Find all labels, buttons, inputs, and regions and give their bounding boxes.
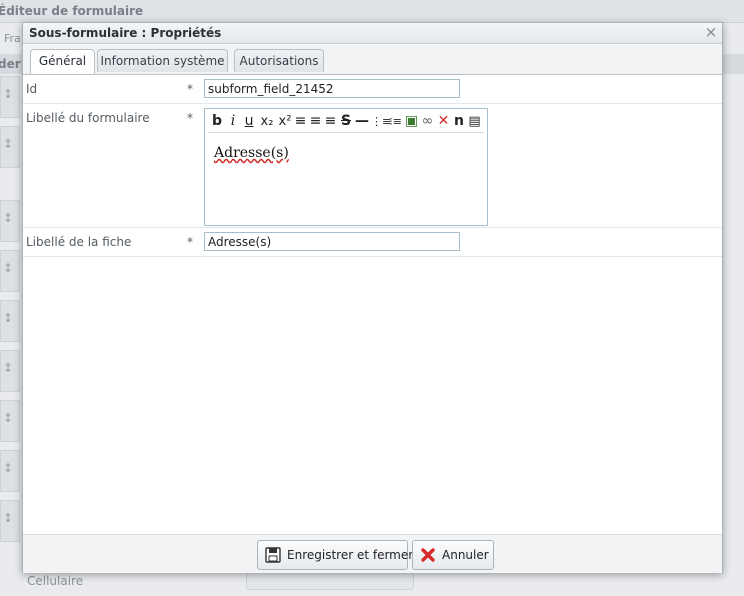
background-rows: ↕ ↕ ↕ ↕ ↕ ↕ ↕ ↕ ↕: [0, 76, 22, 596]
drag-handle-icon: ↕: [3, 137, 14, 151]
superscript-icon[interactable]: x²: [277, 113, 293, 130]
background-title-text: Éditeur de formulaire: [0, 4, 144, 18]
background-row: ↕: [0, 76, 20, 118]
underline-icon[interactable]: u: [242, 113, 256, 130]
background-row: ↕: [0, 126, 20, 168]
background-bottom-row: Cellulaire: [0, 572, 744, 594]
image-icon[interactable]: ▣: [404, 113, 419, 130]
editor-toolbar: b i u x₂ x² ≡ ≡ ≡ S — ⋮≡ ⁝≡ ▣ ∞ ✕ n ▤: [208, 112, 484, 133]
background-tab: Fra: [0, 30, 22, 48]
cancel-button[interactable]: Annuler: [412, 540, 494, 570]
cancel-x-icon: [421, 548, 435, 562]
link-icon[interactable]: ∞: [420, 113, 435, 130]
drag-handle-icon: ↕: [3, 361, 14, 375]
tab-bar: Général Information système Autorisation…: [23, 44, 722, 75]
unordered-list-icon[interactable]: ⁝≡: [388, 113, 403, 130]
nbsp-icon[interactable]: n: [453, 113, 465, 130]
rich-text-editor[interactable]: b i u x₂ x² ≡ ≡ ≡ S — ⋮≡ ⁝≡ ▣ ∞ ✕ n ▤ Ad…: [204, 108, 488, 226]
background-bottom-field: [246, 572, 414, 590]
drag-handle-icon: ↕: [3, 211, 14, 225]
drag-handle-icon: ↕: [3, 87, 14, 101]
dialog-footer: Enregistrer et fermer Annuler: [23, 534, 722, 573]
background-row: ↕: [0, 200, 20, 242]
field-label-form-label: Libellé du formulaire: [26, 111, 150, 125]
align-center-icon[interactable]: ≡: [309, 113, 322, 130]
background-tab-label: Fra: [4, 32, 21, 45]
italic-icon[interactable]: i: [226, 113, 240, 130]
background-row: ↕: [0, 500, 20, 542]
source-icon[interactable]: ▤: [467, 113, 482, 130]
save-and-close-button[interactable]: Enregistrer et fermer: [257, 540, 413, 570]
field-row-record-label: Libellé de la fiche *: [23, 228, 722, 257]
field-label-record-label: Libellé de la fiche: [26, 235, 132, 249]
id-input[interactable]: [204, 79, 460, 98]
drag-handle-icon: ↕: [3, 461, 14, 475]
dialog-titlebar: Sous-formulaire : Propriétés ×: [23, 23, 722, 44]
background-window-title: Éditeur de formulaire: [0, 0, 744, 23]
field-label-id: Id: [26, 82, 38, 96]
tab-system-information[interactable]: Information système: [97, 49, 228, 72]
record-label-input[interactable]: [204, 232, 460, 251]
subscript-icon[interactable]: x₂: [258, 113, 276, 130]
save-icon: [265, 547, 281, 563]
unlink-icon[interactable]: ✕: [436, 113, 451, 130]
editor-content[interactable]: Adresse(s): [214, 145, 289, 161]
field-row-form-label: Libellé du formulaire * b i u x₂ x² ≡ ≡ …: [23, 104, 722, 228]
tab-permissions[interactable]: Autorisations: [234, 49, 324, 72]
tab-general[interactable]: Général: [30, 49, 95, 74]
align-left-icon[interactable]: ≡: [294, 113, 307, 130]
background-bar-label: der: [0, 57, 21, 71]
background-bottom-label: Cellulaire: [27, 574, 84, 588]
background-row: ↕: [0, 400, 20, 442]
editor-text: Adresse(s): [214, 145, 289, 161]
save-button-label: Enregistrer et fermer: [287, 548, 414, 562]
strikethrough-icon[interactable]: S: [340, 113, 352, 130]
drag-handle-icon: ↕: [3, 411, 14, 425]
required-marker: *: [187, 235, 193, 249]
required-marker: *: [187, 111, 193, 125]
background-row: ↕: [0, 450, 20, 492]
drag-handle-icon: ↕: [3, 511, 14, 525]
horizontal-rule-icon[interactable]: —: [354, 113, 370, 130]
required-marker: *: [187, 82, 193, 96]
ordered-list-icon[interactable]: ⋮≡: [371, 113, 391, 130]
properties-dialog: Sous-formulaire : Propriétés × Général I…: [22, 22, 723, 573]
background-row: ↕: [0, 250, 20, 292]
field-row-id: Id *: [23, 75, 722, 104]
background-row: ↕: [0, 350, 20, 392]
background-row: ↕: [0, 300, 20, 342]
cancel-button-label: Annuler: [442, 548, 489, 562]
align-right-icon[interactable]: ≡: [324, 113, 337, 130]
dialog-title: Sous-formulaire : Propriétés: [29, 26, 222, 40]
bold-icon[interactable]: b: [210, 113, 224, 130]
close-icon[interactable]: ×: [704, 25, 718, 40]
drag-handle-icon: ↕: [3, 261, 14, 275]
drag-handle-icon: ↕: [3, 311, 14, 325]
